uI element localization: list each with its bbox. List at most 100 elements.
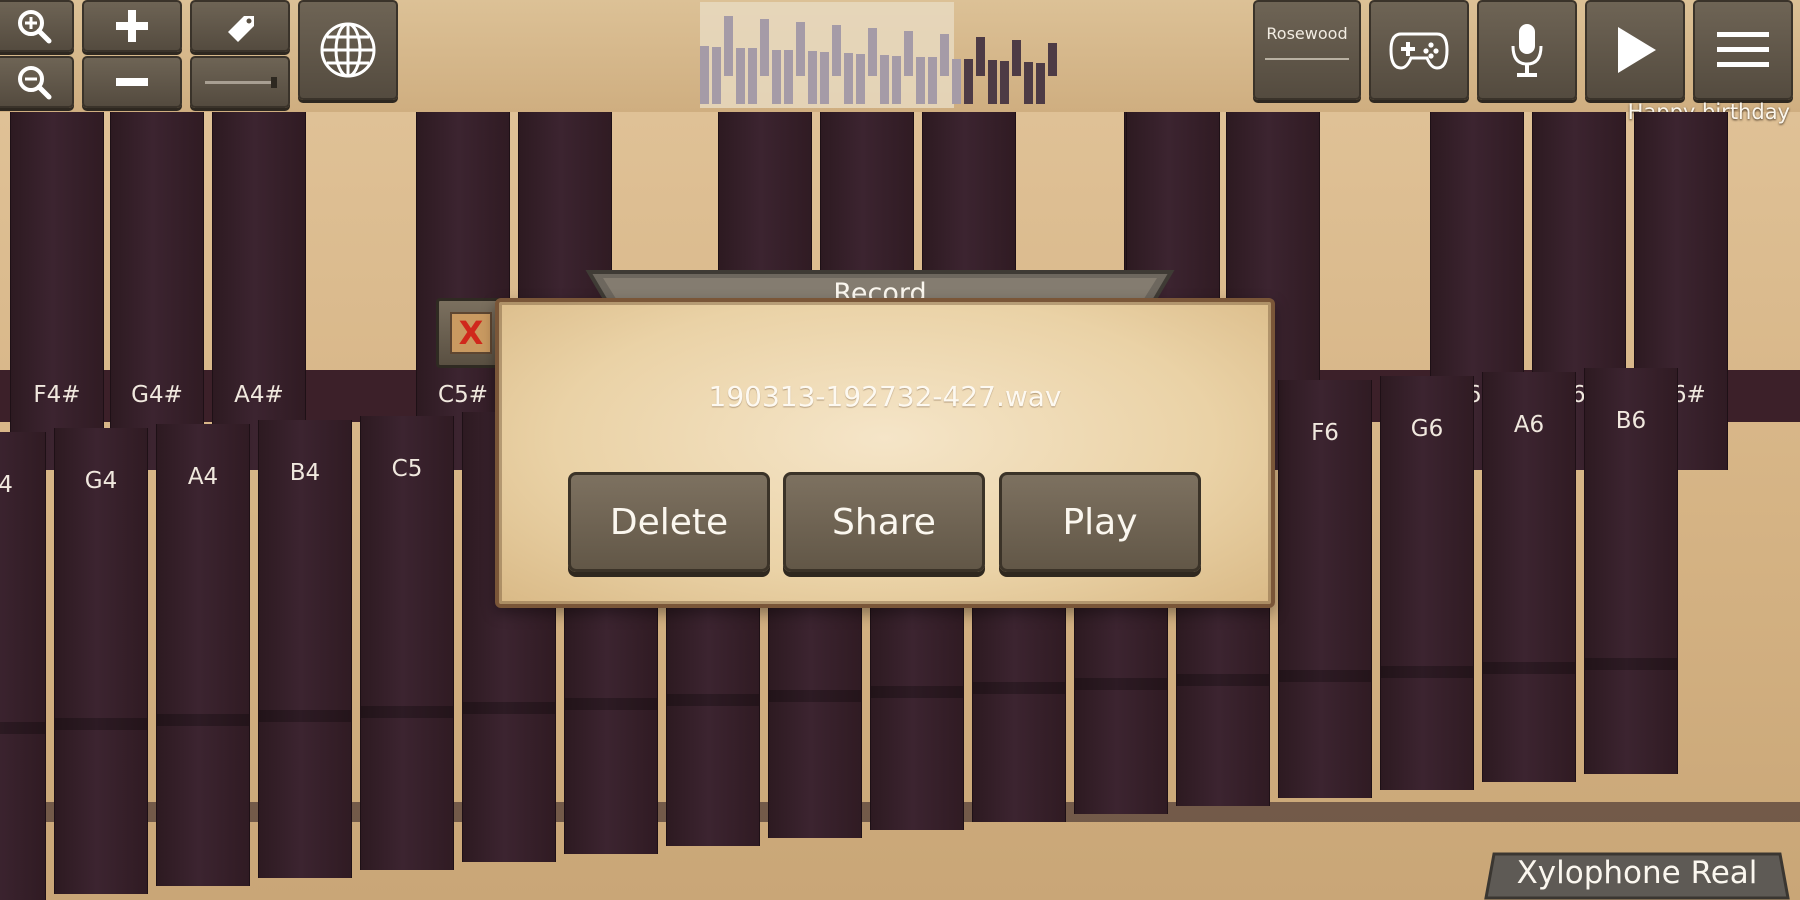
gamepad-icon [1389,32,1449,70]
bar-mount [463,702,555,714]
lower-bar[interactable]: G6 [1380,376,1474,790]
lower-bar[interactable]: C5 [360,416,454,870]
zoom-in-icon [18,10,52,44]
zoom-in-button[interactable] [0,0,74,52]
play-button[interactable]: Play [999,472,1201,572]
record-button[interactable] [1477,0,1577,100]
minimap-bar [916,56,925,104]
upper-bar[interactable]: G4# [110,112,204,470]
upper-bar[interactable]: A4# [212,112,306,470]
bar-mount [157,714,249,726]
minimap-bar [820,52,829,104]
bar-mount [667,694,759,706]
preset-button[interactable]: Rosewood [1253,0,1361,100]
share-button[interactable]: Share [783,472,985,572]
minus-icon [116,78,148,86]
minimap-bar [868,28,877,76]
bar-note-label: G4 [84,468,118,494]
bar-mount [1177,674,1269,686]
gamepad-button[interactable] [1369,0,1469,100]
minimap-bar [988,60,997,104]
bar-mount [55,718,147,730]
bar-note-label: F4# [33,382,81,408]
minimap-bar [736,47,745,104]
bar-note-label: B4 [289,460,321,486]
preset-label: Rosewood [1266,24,1348,43]
lower-bar[interactable]: B6 [1584,368,1678,774]
minimap-bar [856,53,865,104]
play-icon [1618,27,1656,73]
zoom-out-icon [18,66,52,100]
delete-button[interactable]: Delete [568,472,770,572]
bar-note-label: C5 [391,456,423,482]
minimap-bar [892,55,901,104]
upper-bar[interactable]: F4# [10,112,104,470]
minimap-bar [880,55,889,104]
bar-mount [973,682,1065,694]
bar-note-label: A6 [1513,412,1545,438]
plus-icon [116,10,148,42]
globe-icon [320,22,376,78]
bar-mount [769,690,861,702]
minimap-bar [712,46,721,104]
label-button[interactable] [190,0,290,52]
minimap-bar [808,51,817,104]
minimap-bar [760,19,769,76]
minimap-bar [1000,61,1009,104]
minimap-bar [952,58,961,104]
lower-bar[interactable]: A6 [1482,372,1576,782]
microphone-icon [1511,24,1543,77]
minimap-bar [964,59,973,104]
remove-button[interactable] [82,56,182,108]
bar-mount [1279,670,1371,682]
menu-button[interactable] [1693,0,1793,100]
minimap-bar [784,50,793,104]
bar-note-label: F6 [1311,420,1339,446]
bar-note-label: A4# [234,382,284,408]
minimap-bar [700,46,709,104]
bar-mount [565,698,657,710]
label-size-slider[interactable] [190,56,290,108]
bar-note-label: G4# [131,382,183,408]
minimap-bar [796,22,805,76]
bar-note-label: G6 [1410,416,1444,442]
menu-icon [1717,32,1769,67]
app-screen: Rosewood birthday F4# G4# A4# C5# F6# G6… [0,0,1800,900]
lower-bar[interactable]: F4 [0,432,46,900]
play-song-button[interactable] [1585,0,1685,100]
slider-track [205,76,277,88]
minimap-bar [904,31,913,76]
lower-bar[interactable]: B4 [258,420,352,878]
bar-note-label: A4 [187,464,219,490]
zoom-out-button[interactable] [0,56,74,108]
minimap-bar [1048,43,1057,76]
minimap-bar [976,37,985,76]
record-dialog: 190313-192732-427.wav Delete Share Play [495,298,1275,608]
slider-handle[interactable] [271,76,277,88]
brand-name: Xylophone Real [1516,855,1758,891]
bar-mount [361,706,453,718]
tag-icon [228,16,254,42]
recording-filename: 190313-192732-427.wav [708,380,1062,413]
lower-bar[interactable]: F6 [1278,380,1372,798]
bar-mount [871,686,963,698]
minimap-bar [748,48,757,104]
preset-underline [1265,58,1349,60]
bar-note-label: B6 [1615,408,1647,434]
minimap-bar [928,57,937,104]
minimap-bar [1012,40,1021,76]
bar-note-label: F4 [0,472,13,498]
minimap-bar [832,25,841,76]
add-button[interactable] [82,0,182,52]
top-toolbar: Rosewood birthday [0,0,1800,124]
keyboard-minimap[interactable] [700,2,1064,108]
bar-mount [1585,658,1677,670]
language-button[interactable] [298,0,398,100]
lower-bar[interactable]: G4 [54,428,148,894]
bar-mount [1075,678,1167,690]
minimap-bar [1036,62,1045,104]
bar-mount [259,710,351,722]
minimap-bar [844,53,853,104]
lower-bar[interactable]: A4 [156,424,250,886]
minimap-bar [772,49,781,104]
